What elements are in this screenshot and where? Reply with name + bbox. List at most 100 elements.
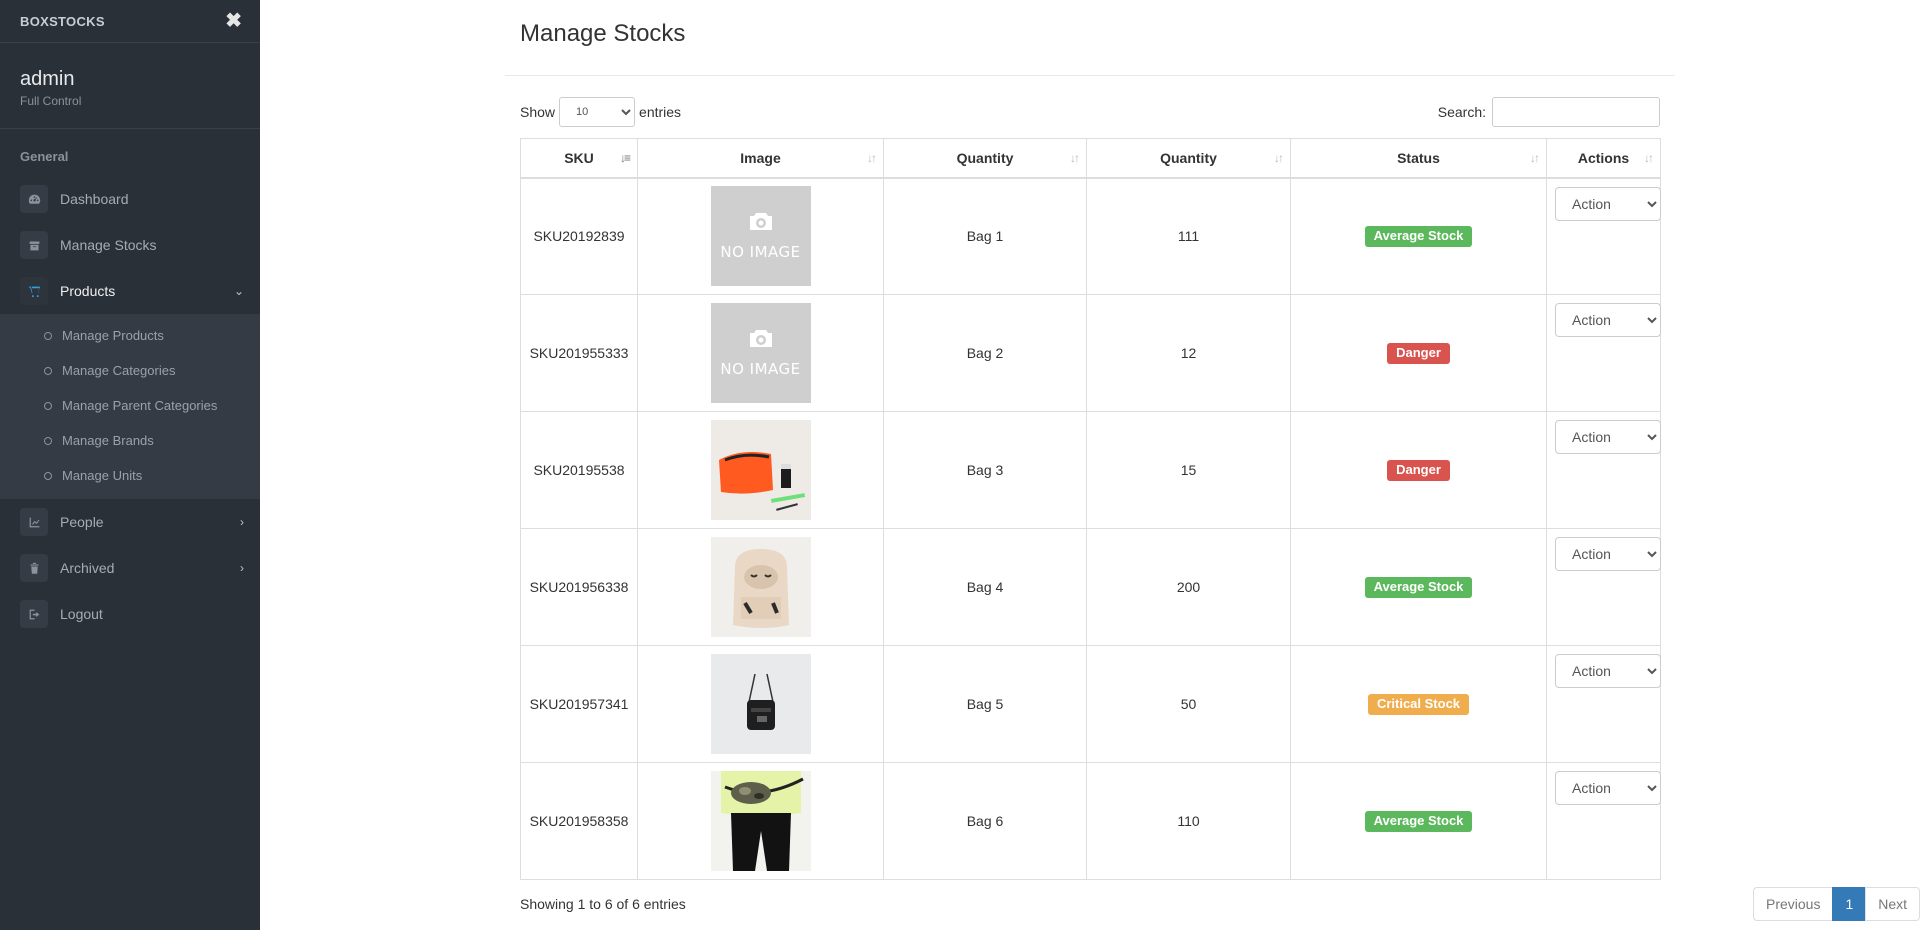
- orange-pouch-image[interactable]: [710, 420, 811, 520]
- sidebar-item-dashboard[interactable]: Dashboard: [0, 176, 260, 222]
- status-cell: Average Stock: [1290, 177, 1547, 295]
- table-row: SKU20195538 Bag 3 15 Danger Action: [520, 411, 1661, 529]
- entries-label: entries: [639, 104, 682, 120]
- column-header-sku[interactable]: SKU ↓≡: [520, 138, 638, 179]
- entries-select[interactable]: 10: [559, 97, 636, 127]
- sidebar-item-people[interactable]: People ›: [0, 499, 260, 545]
- action-dropdown[interactable]: Action: [1555, 186, 1661, 221]
- circle-icon: [44, 401, 52, 410]
- chevron-right-icon: ›: [240, 515, 244, 529]
- action-dropdown[interactable]: Action: [1555, 537, 1661, 571]
- actions-cell: Action: [1546, 294, 1661, 412]
- quantity-cell: 12: [1086, 294, 1291, 412]
- status-badge: Average Stock: [1364, 810, 1473, 832]
- sidebar-item-archived[interactable]: Archived ›: [0, 545, 260, 591]
- table-controls: Show 10 entries Search:: [520, 97, 1660, 127]
- camera-icon: [749, 213, 772, 231]
- status-badge: Average Stock: [1364, 576, 1473, 598]
- actions-cell: Action: [1546, 177, 1661, 295]
- submenu-item-label: Manage Parent Categories: [62, 398, 218, 413]
- sidebar-item-logout[interactable]: Logout: [0, 591, 260, 637]
- action-dropdown[interactable]: Action: [1555, 771, 1661, 805]
- sort-icon: ↓↑: [1274, 151, 1284, 165]
- column-header-quantity-2[interactable]: Quantity ↓↑: [1086, 138, 1291, 179]
- page-title: Manage Stocks: [520, 20, 686, 47]
- sloth-backpack-image[interactable]: [710, 537, 811, 637]
- table-row: SKU201958358 Bag 6 110 Average Stock Act…: [520, 762, 1661, 880]
- sku-cell: SKU201956338: [520, 528, 638, 646]
- sidebar-item-label: Logout: [60, 606, 103, 622]
- image-cell: NO IMAGE: [637, 177, 884, 295]
- column-header-status[interactable]: Status ↓↑: [1290, 138, 1547, 179]
- column-header-quantity-1[interactable]: Quantity ↓↑: [883, 138, 1087, 179]
- chevron-down-icon: ⌄: [233, 284, 244, 298]
- status-cell: Danger: [1290, 411, 1547, 529]
- submenu-item-label: Manage Categories: [62, 363, 176, 378]
- product-name-cell: Bag 4: [883, 528, 1087, 646]
- quantity-cell: 50: [1086, 645, 1291, 763]
- header-label: Actions: [1577, 149, 1630, 166]
- image-cell: [637, 645, 884, 763]
- header-label: Quantity: [956, 149, 1014, 166]
- pagination: Previous 1 Next: [1753, 887, 1920, 921]
- image-cell: [637, 762, 884, 880]
- actions-cell: Action: [1546, 411, 1661, 529]
- submenu-item-manage-categories[interactable]: Manage Categories: [0, 353, 260, 388]
- actions-cell: Action: [1546, 528, 1661, 646]
- sidebar-item-label: Manage Stocks: [60, 237, 157, 253]
- camo-belt-bag-image[interactable]: [710, 771, 811, 871]
- box-icon: [20, 231, 48, 259]
- table-row: SKU201956338 Bag 4 200 Average Stock Act…: [520, 528, 1661, 646]
- sku-cell: SKU20192839: [520, 177, 638, 295]
- status-badge: Danger: [1387, 342, 1450, 364]
- sidebar-item-label: People: [60, 514, 104, 530]
- sidebar-item-manage-stocks[interactable]: Manage Stocks: [0, 222, 260, 268]
- product-name-cell: Bag 6: [883, 762, 1087, 880]
- sku-cell: SKU201957341: [520, 645, 638, 763]
- trash-icon: [20, 554, 48, 582]
- page-1-button[interactable]: 1: [1832, 887, 1867, 921]
- submenu-item-manage-units[interactable]: Manage Units: [0, 458, 260, 493]
- user-role: Full Control: [20, 94, 82, 108]
- action-dropdown[interactable]: Action: [1555, 654, 1661, 688]
- header-label: SKU: [564, 149, 594, 166]
- table-info: Showing 1 to 6 of 6 entries: [520, 896, 686, 912]
- column-header-image[interactable]: Image ↓↑: [637, 138, 884, 179]
- next-page-button[interactable]: Next: [1865, 887, 1920, 921]
- actions-cell: Action: [1546, 645, 1661, 763]
- previous-page-button[interactable]: Previous: [1753, 887, 1834, 921]
- action-dropdown[interactable]: Action: [1555, 420, 1661, 454]
- action-dropdown[interactable]: Action: [1555, 303, 1661, 337]
- divider: [505, 75, 1675, 76]
- image-cell: [637, 411, 884, 529]
- submenu-item-manage-brands[interactable]: Manage Brands: [0, 423, 260, 458]
- column-header-actions[interactable]: Actions ↓↑: [1546, 138, 1661, 179]
- no-image-placeholder: NO IMAGE: [710, 186, 811, 287]
- status-cell: Average Stock: [1290, 528, 1547, 646]
- dashboard-icon: [20, 185, 48, 213]
- close-icon[interactable]: ✖: [225, 11, 242, 31]
- search-input[interactable]: [1492, 97, 1660, 127]
- header-label: Quantity: [1160, 149, 1217, 166]
- sidebar-item-products[interactable]: Products ⌄: [0, 268, 260, 314]
- no-image-text: NO IMAGE: [720, 243, 801, 262]
- nav-section-title: General: [20, 149, 69, 164]
- submenu-item-manage-products[interactable]: Manage Products: [0, 318, 260, 353]
- sort-icon: ↓↑: [867, 151, 877, 165]
- user-name: admin: [20, 68, 75, 90]
- circle-icon: [44, 471, 52, 480]
- sort-icon: ↓↑: [1644, 151, 1654, 165]
- sort-icon: ↓↑: [1530, 151, 1540, 165]
- image-cell: [637, 528, 884, 646]
- sidebar: BOXSTOCKS ✖ admin Full Control General D…: [0, 0, 260, 930]
- camera-icon: [749, 330, 772, 347]
- submenu-item-label: Manage Brands: [62, 433, 154, 448]
- submenu-item-manage-parent-categories[interactable]: Manage Parent Categories: [0, 388, 260, 423]
- product-name-cell: Bag 3: [883, 411, 1087, 529]
- header-label: Status: [1397, 149, 1440, 166]
- sign-out-icon: [20, 600, 48, 628]
- sidebar-item-label: Dashboard: [60, 191, 129, 207]
- quantity-cell: 110: [1086, 762, 1291, 880]
- black-crossbody-bag-image[interactable]: [710, 654, 811, 754]
- cart-icon: [20, 277, 48, 305]
